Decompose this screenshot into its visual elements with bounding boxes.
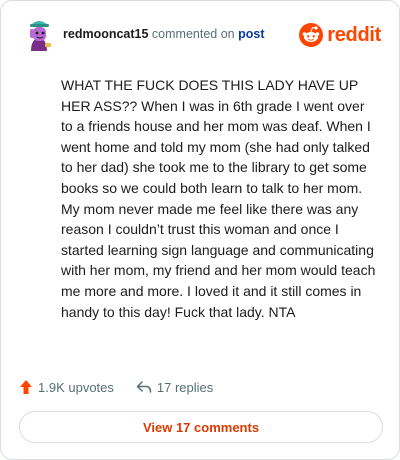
comment-card: redmooncat15 commented on post reddit WH…: [0, 0, 400, 460]
reply-arrow-icon: [136, 381, 152, 393]
replies-count: 17 replies: [156, 379, 214, 395]
byline-action-text: commented on: [148, 27, 239, 41]
post-link[interactable]: post: [238, 27, 264, 41]
replies-stat[interactable]: 17 replies: [136, 380, 213, 395]
reddit-snoo-icon: [299, 23, 324, 47]
upvotes-stat[interactable]: 1.9K upvotes: [19, 379, 114, 395]
snoo-avatar-icon[interactable]: [21, 17, 57, 53]
username-link[interactable]: redmooncat15: [63, 27, 148, 41]
upvote-arrow-icon: [20, 380, 32, 394]
reddit-logo[interactable]: reddit: [299, 21, 381, 49]
view-comments-button[interactable]: View 17 comments: [19, 411, 383, 443]
comment-body: WHAT THE FUCK DOES THIS LADY HAVE UP HER…: [61, 77, 376, 320]
comment-byline: redmooncat15 commented on post: [63, 27, 264, 41]
comment-footer: 1.9K upvotes 17 replies: [19, 377, 213, 397]
reddit-wordmark: reddit: [327, 23, 381, 46]
upvotes-count: 1.9K upvotes: [38, 379, 114, 395]
comment-header: redmooncat15 commented on post reddit: [21, 15, 381, 55]
